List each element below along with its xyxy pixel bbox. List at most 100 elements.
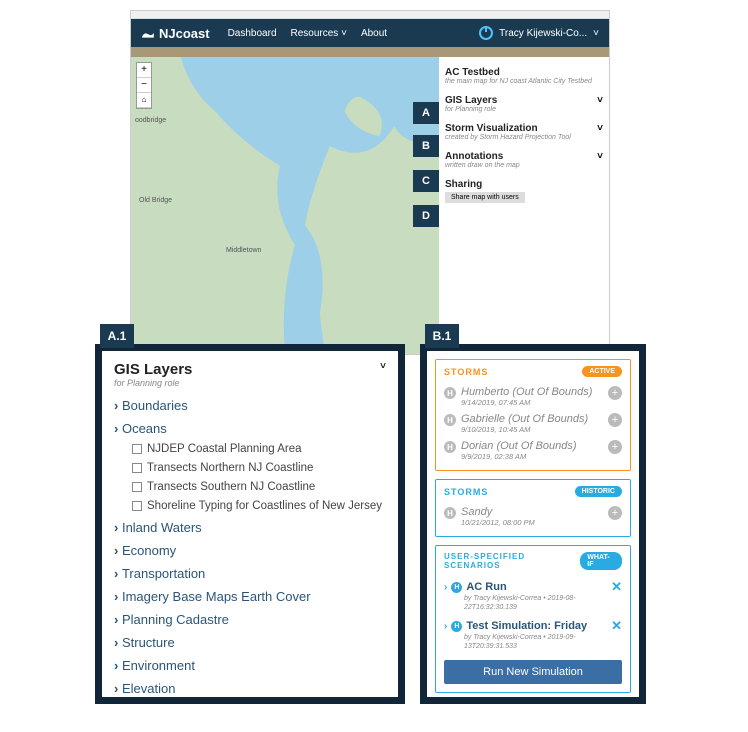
testbed-title: AC Testbed (445, 67, 592, 78)
cat-structure[interactable]: Structure (114, 631, 386, 654)
badge-b1: B.1 (425, 324, 459, 348)
run-simulation-button[interactable]: Run New Simulation (444, 660, 622, 684)
map-label-woodbridge: oodbridge (135, 117, 166, 124)
brand-text: NJcoast (159, 26, 210, 41)
badge-d: D (413, 205, 439, 227)
zoom-in-button[interactable]: + (137, 63, 151, 78)
layer-item[interactable]: NJDEP Coastal Planning Area (114, 440, 386, 459)
panel-annotations[interactable]: Annotations written draw on the map ˅ (445, 147, 603, 175)
badge-c: C (413, 170, 439, 192)
sharing-title: Sharing (445, 179, 603, 190)
zoom-out-button[interactable]: − (137, 78, 151, 93)
anno-sub: written draw on the map (445, 162, 520, 169)
cat-boundaries[interactable]: Boundaries (114, 394, 386, 417)
storm-row: H Dorian (Out Of Bounds)9/9/2019, 02:38 … (444, 437, 622, 464)
wave-icon (141, 26, 155, 40)
user-scenarios-label: USER-SPECIFIED SCENARIOS (444, 552, 580, 570)
cat-environment[interactable]: Environment (114, 654, 386, 677)
panel-storm[interactable]: Storm Visualization created by Storm Haz… (445, 119, 603, 147)
panel-sharing: Sharing Share map with users (445, 175, 603, 206)
top-nav: NJcoast Dashboard Resources ˅ About Trac… (131, 19, 609, 47)
cat-oceans[interactable]: Oceans (114, 417, 386, 440)
browser-chrome (131, 11, 609, 19)
chevron-right-icon[interactable]: › (444, 621, 447, 632)
storm-title: Storm Visualization (445, 123, 571, 134)
checkbox-icon[interactable] (132, 444, 142, 454)
brand-logo[interactable]: NJcoast (141, 26, 210, 41)
checkbox-icon[interactable] (132, 482, 142, 492)
chevron-right-icon[interactable]: › (444, 582, 447, 593)
badge-b: B (413, 135, 439, 157)
anno-title: Annotations (445, 151, 520, 162)
checkbox-icon[interactable] (132, 501, 142, 511)
add-storm-button[interactable]: + (608, 506, 622, 520)
main-area: + − ⌂ Old Bridge Middletown oodbridge AC… (131, 57, 609, 354)
storms-label: STORMS (444, 367, 488, 377)
cat-cadastre[interactable]: Planning Cadastre (114, 608, 386, 631)
nav-about[interactable]: About (361, 28, 387, 39)
delete-scenario-button[interactable]: ✕ (611, 618, 622, 634)
a1-sub: for Planning role (114, 378, 386, 388)
scenario-row: › H Test Simulation: Friday ✕ by Tracy K… (444, 615, 622, 654)
active-pill: ACTIVE (582, 366, 622, 377)
scenarios-box: USER-SPECIFIED SCENARIOS WHAT-IF › H AC … (435, 545, 631, 693)
app-window: NJcoast Dashboard Resources ˅ About Trac… (130, 10, 610, 355)
a1-title: GIS Layers (114, 361, 192, 378)
historic-pill: HISTORIC (575, 486, 622, 497)
badge-a1: A.1 (100, 324, 134, 348)
cat-imagery[interactable]: Imagery Base Maps Earth Cover (114, 585, 386, 608)
scenario-icon: H (451, 582, 462, 593)
delete-scenario-button[interactable]: ✕ (611, 579, 622, 595)
cat-elevation[interactable]: Elevation (114, 677, 386, 700)
map-svg (131, 57, 439, 354)
historic-storms-box: STORMS HISTORIC H Sandy10/21/2012, 08:00… (435, 479, 631, 537)
map-zoom-controls: + − ⌂ (136, 62, 152, 109)
badge-a: A (413, 102, 439, 124)
panel-testbed: AC Testbed the main map for NJ coast Atl… (445, 63, 603, 91)
checkbox-icon[interactable] (132, 463, 142, 473)
scenario-icon: H (451, 621, 462, 632)
add-storm-button[interactable]: + (608, 440, 622, 454)
storm-row: H Sandy10/21/2012, 08:00 PM + (444, 503, 622, 530)
whatif-pill: WHAT-IF (580, 552, 622, 570)
storm-row: H Gabrielle (Out Of Bounds)9/10/2019, 10… (444, 410, 622, 437)
map-label-middletown: Middletown (226, 247, 261, 254)
storm-icon: H (444, 414, 456, 426)
layer-item[interactable]: Shoreline Typing for Coastlines of New J… (114, 497, 386, 516)
storm-viz-panel: STORMS ACTIVE H Humberto (Out Of Bounds)… (420, 344, 646, 704)
storm-icon: H (444, 507, 456, 519)
gis-title: GIS Layers (445, 95, 497, 106)
chevron-down-icon: ˅ (597, 151, 603, 162)
add-storm-button[interactable]: + (608, 386, 622, 400)
panel-gis[interactable]: GIS Layers for Planning role ˅ (445, 91, 603, 119)
chevron-down-icon: ˅ (593, 28, 599, 39)
storm-sub: created by Storm Hazard Projection Tool (445, 134, 571, 141)
user-name: Tracy Kijewski-Co... (499, 28, 587, 39)
share-button[interactable]: Share map with users (445, 192, 525, 203)
chevron-down-icon[interactable]: ˅ (380, 361, 386, 378)
nav-resources[interactable]: Resources ˅ (291, 28, 347, 39)
power-icon (479, 26, 493, 40)
chevron-down-icon: ˅ (597, 123, 603, 134)
layer-item[interactable]: Transects Northern NJ Coastline (114, 459, 386, 478)
cat-inland[interactable]: Inland Waters (114, 516, 386, 539)
chevron-down-icon: ˅ (597, 95, 603, 106)
storm-row: H Humberto (Out Of Bounds)9/14/2019, 07:… (444, 383, 622, 410)
layer-item[interactable]: Transects Southern NJ Coastline (114, 478, 386, 497)
side-panel: AC Testbed the main map for NJ coast Atl… (439, 57, 609, 354)
nav-user[interactable]: Tracy Kijewski-Co... ˅ (479, 26, 599, 40)
nav-dashboard[interactable]: Dashboard (228, 28, 277, 39)
hero-banner (131, 47, 609, 57)
cat-transport[interactable]: Transportation (114, 562, 386, 585)
gis-sub: for Planning role (445, 106, 497, 113)
map-canvas[interactable]: + − ⌂ Old Bridge Middletown oodbridge (131, 57, 439, 354)
map-label-oldbridge: Old Bridge (139, 197, 172, 204)
storms-label: STORMS (444, 487, 488, 497)
cat-economy[interactable]: Economy (114, 539, 386, 562)
zoom-home-button[interactable]: ⌂ (137, 93, 151, 108)
add-storm-button[interactable]: + (608, 413, 622, 427)
storm-icon: H (444, 441, 456, 453)
active-storms-box: STORMS ACTIVE H Humberto (Out Of Bounds)… (435, 359, 631, 471)
testbed-sub: the main map for NJ coast Atlantic City … (445, 78, 592, 85)
gis-layers-panel: GIS Layers ˅ for Planning role Boundarie… (95, 344, 405, 704)
